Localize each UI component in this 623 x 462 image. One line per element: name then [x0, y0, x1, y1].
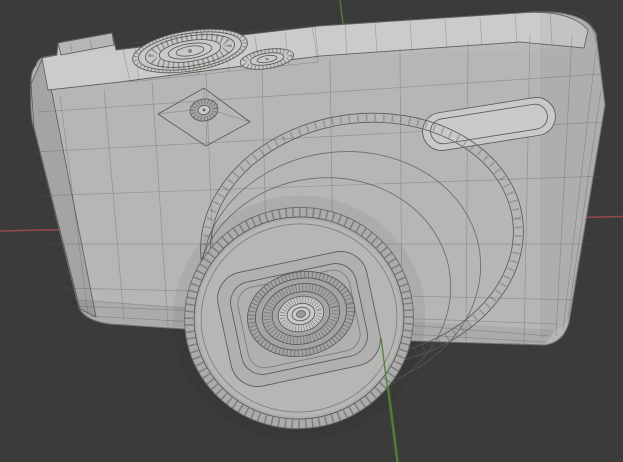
- viewport-canvas[interactable]: [0, 0, 623, 462]
- viewport[interactable]: [0, 0, 623, 462]
